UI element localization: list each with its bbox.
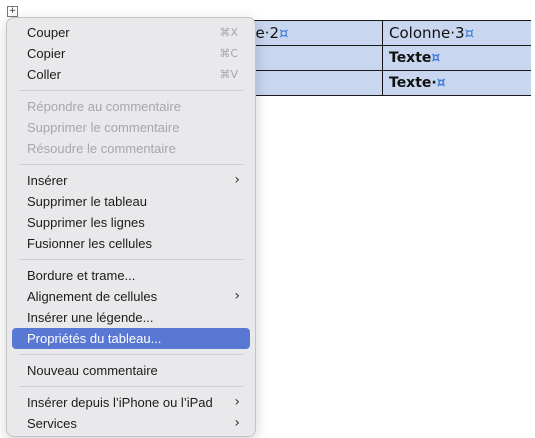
menu-item-inserer[interactable]: Insérer › bbox=[12, 170, 250, 191]
menu-item-services[interactable]: Services › bbox=[12, 413, 250, 434]
menu-item-label: Coller bbox=[27, 67, 61, 82]
menu-item-label: Insérer une légende... bbox=[27, 310, 154, 325]
menu-item-label: Copier bbox=[27, 46, 66, 61]
menu-separator bbox=[19, 386, 243, 387]
menu-item-label: Supprimer le tableau bbox=[27, 194, 147, 209]
context-menu: Couper ⌘X Copier ⌘C Coller ⌘V Répondre a… bbox=[6, 17, 256, 437]
menu-item-supprimer-tableau[interactable]: Supprimer le tableau bbox=[12, 191, 250, 212]
table-cell[interactable]: ¤ bbox=[240, 70, 383, 96]
menu-item-label: Fusionner les cellules bbox=[27, 236, 153, 251]
menu-item-label: Propriétés du tableau... bbox=[27, 331, 162, 346]
table-cell[interactable]: Colonne·3¤ bbox=[382, 20, 531, 46]
menu-item-label: Bordure et trame... bbox=[27, 268, 136, 283]
menu-item-label: Nouveau commentaire bbox=[27, 363, 158, 378]
menu-item-couper[interactable]: Couper ⌘X bbox=[12, 22, 250, 43]
menu-item-nouveau-commentaire[interactable]: Nouveau commentaire bbox=[12, 360, 250, 381]
menu-item-bordure-trame[interactable]: Bordure et trame... bbox=[12, 265, 250, 286]
menu-item-proprietes-tableau[interactable]: Propriétés du tableau... bbox=[12, 328, 250, 349]
table-cell[interactable]: ¤ bbox=[240, 45, 383, 71]
shortcut-label: ⌘C bbox=[219, 47, 238, 60]
end-of-cell-mark-icon: ¤ bbox=[436, 75, 446, 91]
menu-item-label: Supprimer le commentaire bbox=[27, 120, 180, 135]
table-cell[interactable]: ne·2¤ bbox=[240, 20, 383, 46]
end-of-cell-mark-icon: ¤ bbox=[431, 50, 441, 66]
table-cell[interactable]: Texte¤ bbox=[382, 45, 531, 71]
cell-text: Texte· bbox=[389, 75, 437, 91]
menu-separator bbox=[19, 259, 243, 260]
menu-item-label: Résoudre le commentaire bbox=[27, 141, 176, 156]
menu-item-label: Insérer bbox=[27, 173, 68, 188]
table-cell[interactable]: Texte·¤ bbox=[382, 70, 531, 96]
table-row: ne·2¤ Colonne·3¤ bbox=[240, 20, 531, 46]
cell-text: Colonne·3 bbox=[389, 24, 465, 42]
menu-item-label: Couper bbox=[27, 25, 70, 40]
cell-text: Texte bbox=[389, 50, 432, 66]
menu-separator bbox=[19, 90, 243, 91]
menu-item-copier[interactable]: Copier ⌘C bbox=[12, 43, 250, 64]
table-row: ¤ Texte·¤ bbox=[240, 70, 531, 96]
menu-item-label: Supprimer les lignes bbox=[27, 215, 145, 230]
chevron-right-icon: › bbox=[234, 415, 240, 431]
chevron-right-icon: › bbox=[234, 288, 240, 304]
shortcut-label: ⌘V bbox=[219, 68, 238, 81]
menu-item-fusionner-cellules[interactable]: Fusionner les cellules bbox=[12, 233, 250, 254]
chevron-right-icon: › bbox=[234, 172, 240, 188]
menu-item-label: Insérer depuis l’iPhone ou l’iPad bbox=[27, 395, 213, 410]
end-of-cell-mark-icon: ¤ bbox=[279, 24, 289, 42]
menu-separator bbox=[19, 164, 243, 165]
menu-item-label: Répondre au commentaire bbox=[27, 99, 181, 114]
menu-item-supprimer-lignes[interactable]: Supprimer les lignes bbox=[12, 212, 250, 233]
document-table: ne·2¤ Colonne·3¤ ¤ Texte¤ ¤ Texte·¤ bbox=[240, 20, 531, 96]
table-move-handle-icon[interactable]: + bbox=[7, 6, 18, 17]
menu-item-inserer-legende[interactable]: Insérer une légende... bbox=[12, 307, 250, 328]
table-row: ¤ Texte¤ bbox=[240, 45, 531, 71]
menu-item-label: Alignement de cellules bbox=[27, 289, 158, 304]
menu-item-inserer-iphone-ipad[interactable]: Insérer depuis l’iPhone ou l’iPad › bbox=[12, 392, 250, 413]
chevron-right-icon: › bbox=[234, 394, 240, 410]
end-of-cell-mark-icon: ¤ bbox=[464, 24, 475, 42]
menu-item-label: Services bbox=[27, 416, 77, 431]
menu-separator bbox=[19, 354, 243, 355]
menu-item-supprimer-commentaire: Supprimer le commentaire bbox=[12, 117, 250, 138]
menu-item-alignement-cellules[interactable]: Alignement de cellules › bbox=[12, 286, 250, 307]
menu-item-resoudre-commentaire: Résoudre le commentaire bbox=[12, 138, 250, 159]
menu-item-repondre-commentaire: Répondre au commentaire bbox=[12, 96, 250, 117]
menu-item-coller[interactable]: Coller ⌘V bbox=[12, 64, 250, 85]
shortcut-label: ⌘X bbox=[219, 26, 238, 39]
